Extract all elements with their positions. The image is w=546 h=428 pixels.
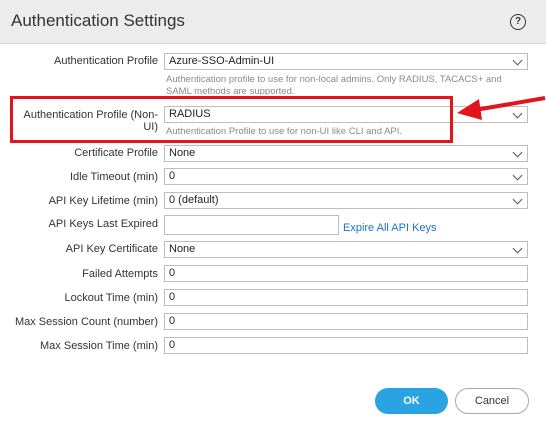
auth-profile-hint-1: Authentication profile to use for non-lo… — [166, 74, 502, 85]
failed-attempts-input[interactable]: 0 — [164, 265, 528, 282]
max-session-time-label: Max Session Time (min) — [40, 340, 158, 352]
dialog-title: Authentication Settings — [11, 11, 185, 30]
idle-timeout-value: 0 — [169, 170, 176, 182]
auth-profile-label: Authentication Profile — [54, 55, 158, 67]
chevron-down-icon — [512, 243, 523, 254]
api-key-cert-value: None — [169, 243, 196, 255]
expire-all-api-keys-link[interactable]: Expire All API Keys — [343, 222, 437, 234]
chevron-down-icon — [512, 194, 523, 205]
chevron-down-icon — [512, 170, 523, 181]
idle-timeout-select[interactable]: 0 — [164, 168, 528, 185]
chevron-down-icon — [512, 147, 523, 158]
auth-profile-hint-2: SAML methods are supported. — [166, 86, 295, 95]
lockout-time-input[interactable]: 0 — [164, 289, 528, 306]
max-session-count-input[interactable]: 0 — [164, 313, 528, 330]
failed-attempts-label: Failed Attempts — [82, 268, 158, 280]
auth-profile-select[interactable]: Azure-SSO-Admin-UI — [164, 53, 528, 70]
idle-timeout-label: Idle Timeout (min) — [69, 171, 158, 183]
api-key-cert-label: API Key Certificate — [65, 243, 158, 255]
cert-profile-select[interactable]: None — [164, 145, 528, 162]
cancel-button[interactable]: Cancel — [455, 388, 529, 414]
api-key-lifetime-select[interactable]: 0 (default) — [164, 192, 528, 209]
cert-profile-label: Certificate Profile — [74, 147, 158, 159]
chevron-down-icon — [512, 55, 523, 66]
help-icon[interactable]: ? — [510, 14, 526, 30]
highlight-box — [10, 96, 453, 143]
api-keys-last-expired-label: API Keys Last Expired — [48, 218, 158, 230]
api-key-cert-select[interactable]: None — [164, 241, 528, 258]
cert-profile-value: None — [169, 147, 196, 159]
api-keys-last-expired-input[interactable] — [164, 215, 339, 235]
max-session-count-label: Max Session Count (number) — [14, 316, 158, 328]
api-key-lifetime-label: API Key Lifetime (min) — [48, 195, 158, 207]
dialog-titlebar: Authentication Settings ? — [0, 0, 546, 44]
auth-profile-value: Azure-SSO-Admin-UI — [169, 55, 275, 67]
arrow-annotation-icon — [457, 96, 546, 120]
ok-button[interactable]: OK — [375, 388, 448, 414]
max-session-time-input[interactable]: 0 — [164, 337, 528, 354]
api-key-lifetime-value: 0 (default) — [169, 194, 219, 206]
lockout-time-label: Lockout Time (min) — [64, 292, 158, 304]
